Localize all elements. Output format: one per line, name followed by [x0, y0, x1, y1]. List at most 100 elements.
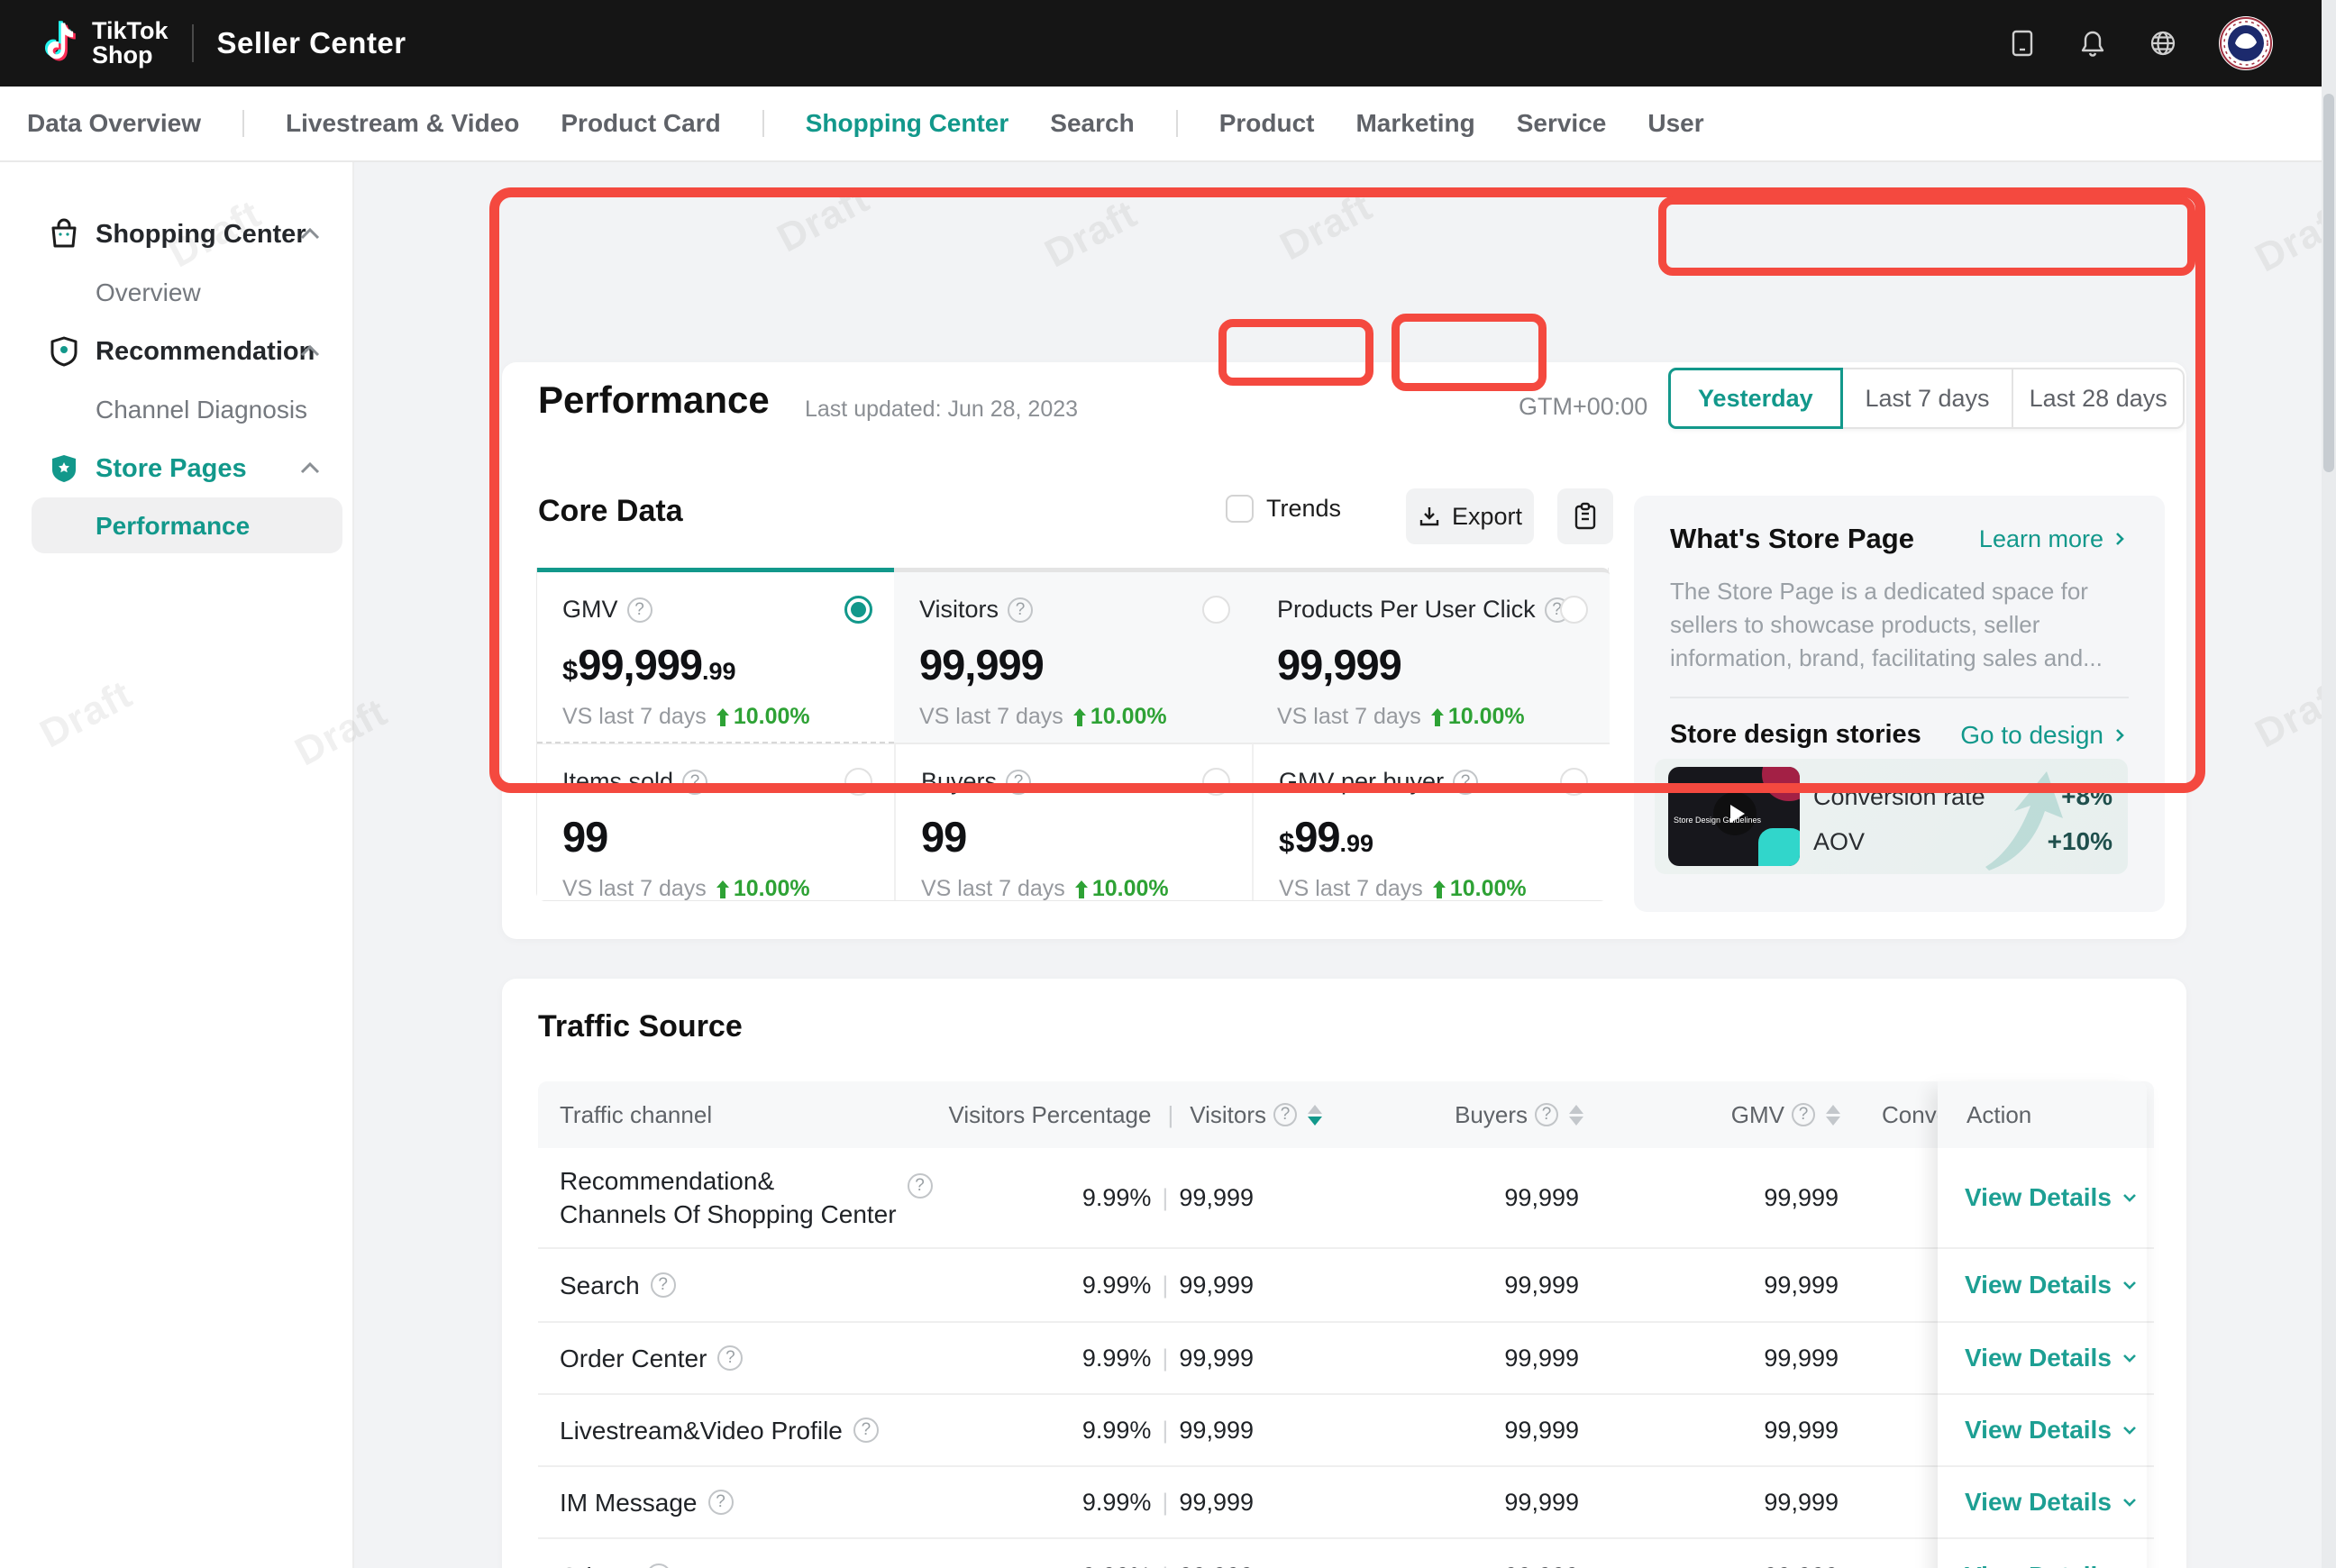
channel-name-line1: Livestream&Video Profile	[560, 1414, 843, 1447]
date-range-tabs: Yesterday Last 7 days Last 28 days	[1668, 368, 2185, 429]
nav-data-overview[interactable]: Data Overview	[27, 109, 201, 138]
export-button[interactable]: Export	[1406, 488, 1534, 544]
account-avatar[interactable]	[2219, 16, 2273, 70]
device-icon[interactable]	[2008, 29, 2037, 58]
view-details-link[interactable]: View Details	[1965, 1344, 2139, 1372]
sidebar-item-performance[interactable]: Performance	[0, 497, 354, 555]
metric-card-visitors[interactable]: Visitors? 99,999 VS last 7 days 10.00%	[894, 568, 1252, 743]
sidebar-item-recommendation[interactable]: Recommendation	[0, 323, 354, 380]
help-icon[interactable]: ?	[627, 597, 652, 623]
nav-search[interactable]: Search	[1050, 109, 1134, 138]
vs-label: VS last 7 days	[562, 704, 707, 730]
col-visitors[interactable]: Visitors Percentage | Visitors ?	[935, 1081, 1322, 1148]
up-arrow-icon	[716, 708, 730, 726]
chevron-down-icon	[2121, 1189, 2139, 1207]
metric-value: 99,999	[1277, 641, 1401, 688]
shield-star-filled-icon	[47, 451, 81, 486]
col-visitors-percentage-label: Visitors Percentage	[948, 1101, 1151, 1129]
trends-checkbox[interactable]	[1226, 495, 1254, 523]
globe-language-icon[interactable]	[2149, 29, 2177, 58]
help-icon[interactable]: ?	[853, 1418, 879, 1443]
tab-last-7-days[interactable]: Last 7 days	[1843, 369, 2014, 427]
timezone-label: GTM+00:00	[1519, 393, 1647, 421]
nav-marketing[interactable]: Marketing	[1355, 109, 1474, 138]
chevron-up-icon	[298, 457, 322, 480]
help-icon[interactable]: ?	[717, 1345, 743, 1371]
col-gmv-label: GMV	[1731, 1101, 1784, 1129]
tab-last-28-days[interactable]: Last 28 days	[2013, 369, 2183, 427]
help-icon[interactable]: ?	[1535, 1103, 1558, 1126]
col-buyers[interactable]: Buyers ?	[1403, 1081, 1583, 1148]
metric-card-products-per-user-click[interactable]: Products Per User Click? 99,999 VS last …	[1252, 568, 1610, 743]
metric-value: 99	[562, 813, 607, 861]
store-page-panel: What's Store Page Learn more The Store P…	[1634, 496, 2165, 912]
sort-icon-visitors[interactable]	[1308, 1105, 1322, 1126]
scrollbar-thumb[interactable]	[2323, 94, 2334, 472]
metric-name: Conversion rate	[1813, 783, 1985, 811]
metric-radio[interactable]	[1202, 768, 1230, 796]
clipboard-button[interactable]	[1557, 488, 1613, 544]
play-button-icon[interactable]	[1713, 792, 1757, 835]
help-icon[interactable]: ?	[1792, 1103, 1815, 1126]
trends-toggle[interactable]: Trends	[1226, 495, 1341, 523]
metric-card-buyers[interactable]: Buyers? 99 VS last 7 days 10.00%	[894, 743, 1252, 900]
nav-service[interactable]: Service	[1517, 109, 1607, 138]
col-gmv[interactable]: GMV ?	[1665, 1081, 1840, 1148]
channel-name-line2: Channels Of Shopping Center	[560, 1198, 897, 1231]
brand-lockup[interactable]: TikTok Shop Seller Center	[32, 17, 406, 69]
video-thumbnail[interactable]: Store Design Guidelines	[1668, 767, 1800, 866]
nav-product-card[interactable]: Product Card	[561, 109, 720, 138]
design-story-card[interactable]: Store Design Guidelines Conversion rate …	[1655, 759, 2128, 874]
metric-radio[interactable]	[1202, 596, 1230, 624]
metric-decimals: .99	[1340, 830, 1374, 857]
help-icon[interactable]: ?	[1006, 770, 1031, 795]
notification-bell-icon[interactable]	[2078, 29, 2107, 58]
nav-livestream-video[interactable]: Livestream & Video	[286, 109, 519, 138]
metric-card-items-sold[interactable]: Items sold? 99 VS last 7 days 10.00%	[537, 743, 894, 900]
help-icon[interactable]: ?	[682, 770, 707, 795]
metric-card-gmv[interactable]: GMV? $99,999.99 VS last 7 days 10.00%	[537, 568, 894, 743]
metric-card-gmv-per-buyer[interactable]: GMV per buyer? $99.99 VS last 7 days 10.…	[1252, 743, 1610, 900]
help-icon[interactable]: ?	[708, 1490, 734, 1515]
page-title: Performance	[538, 378, 770, 422]
go-to-design-link[interactable]: Go to design	[1960, 721, 2129, 750]
vs-label: VS last 7 days	[1279, 876, 1423, 902]
scrollbar-track[interactable]	[2322, 0, 2336, 1568]
tab-yesterday[interactable]: Yesterday	[1668, 368, 1843, 429]
column-divider: |	[1167, 1101, 1173, 1129]
metric-currency: $	[1279, 826, 1294, 858]
nav-user[interactable]: User	[1647, 109, 1703, 138]
gmv-value: 99,999	[1764, 1272, 1839, 1299]
help-icon[interactable]: ?	[1008, 597, 1033, 623]
metric-radio[interactable]	[1560, 596, 1588, 624]
sort-icon-gmv[interactable]	[1826, 1105, 1840, 1126]
metric-radio[interactable]	[844, 768, 872, 796]
sort-icon-buyers[interactable]	[1569, 1105, 1583, 1126]
metric-radio[interactable]	[1560, 768, 1588, 796]
up-arrow-icon	[1430, 708, 1445, 726]
view-details-link[interactable]: View Details	[1965, 1562, 2139, 1568]
channel-name-line1: Others	[560, 1560, 635, 1568]
view-details-link[interactable]: View Details	[1965, 1488, 2139, 1517]
sidebar-item-overview[interactable]: Overview	[0, 264, 354, 322]
help-icon[interactable]: ?	[1273, 1103, 1297, 1126]
help-icon[interactable]: ?	[908, 1173, 933, 1199]
chevron-down-icon	[2121, 1349, 2139, 1367]
learn-more-link[interactable]: Learn more	[1979, 525, 2129, 553]
help-icon[interactable]: ?	[651, 1272, 676, 1298]
clipboard-icon	[1572, 502, 1599, 531]
help-icon[interactable]: ?	[646, 1563, 671, 1568]
action-cell: View Details	[1938, 1148, 2147, 1249]
help-icon[interactable]: ?	[1453, 770, 1478, 795]
view-details-link[interactable]: View Details	[1965, 1416, 2139, 1445]
visitors-value: 99,999	[1179, 1345, 1254, 1372]
metric-radio-selected[interactable]	[844, 596, 872, 624]
view-details-link[interactable]: View Details	[1965, 1183, 2139, 1212]
nav-product[interactable]: Product	[1219, 109, 1315, 138]
view-details-link[interactable]: View Details	[1965, 1271, 2139, 1299]
sidebar-item-shopping-center[interactable]: Shopping Center	[0, 205, 354, 263]
nav-shopping-center[interactable]: Shopping Center	[806, 109, 1009, 138]
sidebar-item-channel-diagnosis[interactable]: Channel Diagnosis	[0, 381, 354, 439]
sidebar-item-store-pages[interactable]: Store Pages	[0, 440, 354, 497]
up-arrow-icon	[1074, 880, 1089, 898]
